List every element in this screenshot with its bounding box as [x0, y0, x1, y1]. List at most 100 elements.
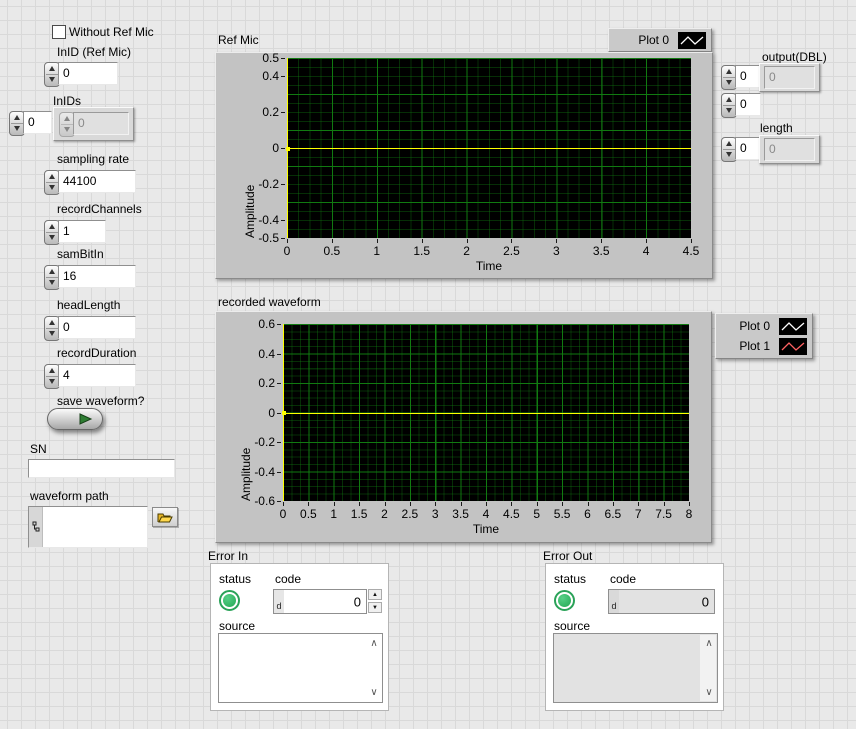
head-length-field[interactable]: 0 — [58, 316, 136, 339]
x-tick-label: 6.5 — [605, 507, 622, 521]
inid-field[interactable]: 0 — [58, 62, 118, 85]
x-tick-mark — [537, 502, 538, 506]
legend-line-swatch[interactable] — [678, 32, 706, 49]
error-in-code-increment-button[interactable]: ▲ — [368, 589, 382, 600]
x-tick-mark — [511, 502, 512, 506]
ref-mic-plot-area: Time Amplitude 00.511.522.533.544.50.50.… — [287, 58, 691, 238]
y-tick-label: 0.2 — [262, 105, 279, 119]
record-channels-field[interactable]: 1 — [58, 220, 106, 243]
error-out-code-radix: d — [609, 590, 619, 613]
x-tick-mark — [601, 239, 602, 243]
legend-item[interactable]: Plot 1 — [721, 338, 807, 355]
y-tick-label: 0 — [268, 406, 275, 420]
plot-origin-marker — [282, 411, 286, 415]
legend-line-swatch[interactable] — [779, 318, 807, 335]
y-tick-mark — [277, 442, 281, 443]
y-tick-mark — [281, 220, 285, 221]
head-length-label: headLength — [57, 298, 120, 312]
y-tick-label: 0.4 — [262, 69, 279, 83]
scroll-up-icon[interactable]: ∧ — [368, 638, 380, 649]
scroll-down-icon[interactable]: ∨ — [703, 687, 715, 698]
output-dbl-index-a-field[interactable]: 0 — [735, 65, 761, 88]
recorded-waveform-graph: Time Amplitude 00.511.522.533.544.555.56… — [215, 311, 712, 543]
x-tick-label: 0 — [284, 244, 291, 258]
sampling-rate-field[interactable]: 44100 — [58, 170, 136, 193]
y-tick-mark — [277, 324, 281, 325]
length-label: length — [760, 121, 793, 135]
x-tick-label: 6 — [584, 507, 591, 521]
browse-folder-button[interactable] — [152, 507, 178, 527]
error-in-status-led[interactable] — [219, 590, 240, 611]
inids-element-field: 0 — [73, 112, 129, 135]
y-tick-label: -0.6 — [254, 494, 275, 508]
legend-plot-label: Plot 0 — [739, 319, 770, 333]
save-waveform-label: save waveform? — [57, 394, 144, 408]
x-tick-mark — [359, 502, 360, 506]
recorded-waveform-x-axis-title: Time — [473, 522, 499, 536]
error-in-source-field[interactable]: ∧ ∨ — [218, 633, 383, 703]
x-tick-label: 0 — [280, 507, 287, 521]
record-channels-label: recordChannels — [57, 202, 142, 216]
error-in-code-field[interactable]: d 0 — [273, 589, 367, 614]
error-in-status-label: status — [219, 572, 251, 586]
without-ref-mic-label: Without Ref Mic — [69, 25, 154, 39]
y-tick-label: -0.2 — [258, 177, 279, 191]
x-tick-mark — [486, 502, 487, 506]
record-duration-field[interactable]: 4 — [58, 364, 136, 387]
x-tick-label: 0.5 — [324, 244, 341, 258]
path-type-strip — [29, 507, 43, 547]
y-tick-mark — [277, 472, 281, 473]
sam-bit-in-label: samBitIn — [57, 247, 104, 261]
y-tick-mark — [281, 76, 285, 77]
x-tick-mark — [588, 502, 589, 506]
error-out-source-field: ∧ ∨ — [553, 633, 718, 703]
y-tick-mark — [281, 58, 285, 59]
recorded-waveform-graph-title: recorded waveform — [218, 295, 321, 309]
x-tick-label: 3.5 — [452, 507, 469, 521]
recorded-waveform-legend[interactable]: Plot 0 Plot 1 — [715, 313, 813, 359]
length-value-field: 0 — [764, 138, 815, 161]
sampling-rate-label: sampling rate — [57, 152, 129, 166]
path-glyph-icon — [32, 521, 40, 533]
error-in-code-value: 0 — [354, 594, 361, 609]
y-tick-label: 0.2 — [258, 376, 275, 390]
output-dbl-value-field: 0 — [764, 66, 815, 89]
labview-front-panel: Without Ref Mic InID (Ref Mic) 0 InIDs 0… — [0, 0, 856, 729]
error-in-source-label: source — [219, 619, 255, 633]
error-out-code-field: d 0 — [608, 589, 715, 614]
error-out-status-label: status — [554, 572, 586, 586]
length-index-field[interactable]: 0 — [735, 137, 761, 160]
x-tick-mark — [377, 239, 378, 243]
sn-field[interactable] — [28, 459, 175, 478]
scroll-up-icon[interactable]: ∧ — [703, 638, 715, 649]
y-tick-label: 0.4 — [258, 347, 275, 361]
error-in-code-radix: d — [274, 590, 284, 613]
ref-mic-legend[interactable]: Plot 0 — [608, 28, 712, 52]
legend-line-swatch[interactable] — [779, 338, 807, 355]
y-tick-label: -0.2 — [254, 435, 275, 449]
x-tick-label: 4.5 — [503, 507, 520, 521]
inids-index-field[interactable]: 0 — [23, 111, 52, 134]
x-tick-mark — [613, 502, 614, 506]
legend-plot-label: Plot 0 — [638, 33, 669, 47]
waveform-path-field[interactable] — [28, 506, 148, 548]
output-dbl-label: output(DBL) — [762, 50, 827, 64]
without-ref-mic-checkbox[interactable] — [52, 25, 66, 39]
x-tick-label: 1.5 — [351, 507, 368, 521]
ref-mic-graph: Time Amplitude 00.511.522.533.544.50.50.… — [215, 52, 713, 279]
recorded-waveform-plot-area: Time Amplitude 00.511.522.533.544.555.56… — [283, 324, 689, 501]
output-dbl-index-b-field[interactable]: 0 — [735, 93, 761, 116]
x-tick-mark — [511, 239, 512, 243]
error-in-code-decrement-button[interactable]: ▼ — [368, 602, 382, 613]
y-tick-label: -0.4 — [258, 213, 279, 227]
legend-item[interactable]: Plot 0 — [721, 318, 807, 335]
sam-bit-in-field[interactable]: 16 — [58, 265, 136, 288]
x-tick-mark — [461, 502, 462, 506]
x-tick-label: 2.5 — [503, 244, 520, 258]
x-tick-mark — [562, 502, 563, 506]
save-waveform-toggle-button[interactable] — [47, 408, 103, 430]
x-tick-mark — [287, 239, 288, 243]
legend-item[interactable]: Plot 0 — [614, 32, 706, 49]
error-in-cluster: status code d 0 ▲ ▼ source ∧ ∨ — [210, 563, 389, 711]
scroll-down-icon[interactable]: ∨ — [368, 687, 380, 698]
